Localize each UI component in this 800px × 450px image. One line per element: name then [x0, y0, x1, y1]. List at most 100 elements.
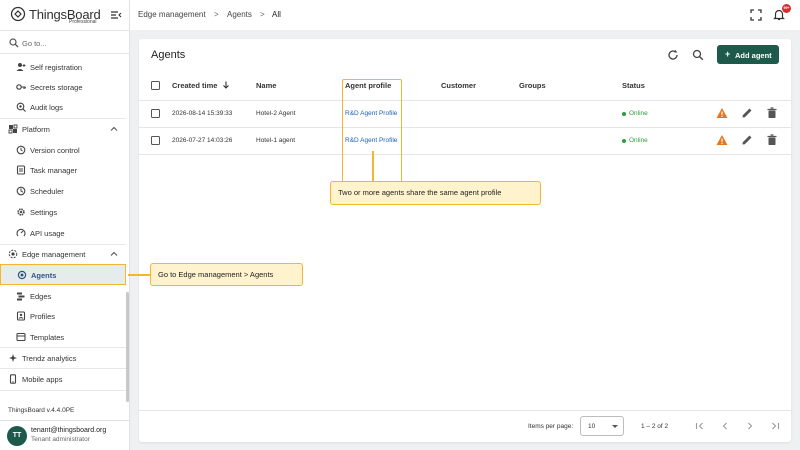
edges-icon — [17, 292, 25, 301]
items-per-page-select[interactable]: 10 — [580, 416, 624, 436]
column-header-groups[interactable]: Groups — [519, 81, 546, 90]
sidebar-item-templates[interactable]: Templates — [0, 327, 126, 347]
search-icon — [9, 38, 19, 48]
sidebar-item-label: Secrets storage — [30, 83, 83, 92]
trendz-icon — [9, 354, 17, 362]
warning-icon[interactable] — [716, 134, 728, 146]
user-email: tenant@thingsboard.org — [31, 427, 107, 434]
page-title: Agents — [151, 49, 186, 61]
column-header-customer[interactable]: Customer — [441, 81, 476, 90]
breadcrumb-agents[interactable]: Agents — [227, 10, 252, 19]
logo-subtitle: Professional — [69, 19, 97, 25]
plus-icon: + — [725, 49, 731, 59]
profile-callout: Two or more agents share the same agent … — [330, 181, 541, 205]
notification-badge: 99+ — [782, 4, 791, 13]
fullscreen-icon[interactable] — [750, 9, 762, 21]
pagination-range: 1 – 2 of 2 — [641, 423, 669, 430]
person-add-icon — [16, 63, 26, 71]
edit-icon[interactable] — [741, 134, 753, 146]
refresh-icon[interactable] — [667, 49, 679, 61]
sidebar-search-placeholder: Go to... — [22, 39, 47, 48]
breadcrumb-edge-management[interactable]: Edge management — [138, 10, 206, 19]
edit-icon[interactable] — [741, 107, 753, 119]
sidebar-item-label: Scheduler — [30, 187, 64, 196]
sidebar-item-edge-management[interactable]: Edge management — [0, 244, 126, 264]
sidebar-item-audit-logs[interactable]: Audit logs — [0, 97, 126, 117]
column-header-created-time[interactable]: Created time — [172, 81, 230, 90]
sidebar-item-label: Edges — [30, 292, 52, 301]
sidebar-item-version-control[interactable]: Version control — [0, 140, 126, 160]
delete-icon[interactable] — [766, 134, 778, 146]
cell-name: Hotel-2 Agent — [256, 110, 296, 117]
sidebar-item-label: Self registration — [30, 63, 83, 72]
breadcrumb-all: All — [272, 10, 281, 19]
logo-row: ThingsBoard Professional — [0, 0, 130, 30]
key-icon — [16, 84, 26, 90]
template-icon — [16, 332, 26, 342]
sidebar: ThingsBoard Professional Go to... Self r… — [0, 0, 130, 450]
sidebar-item-agents[interactable]: Agents — [0, 264, 126, 285]
select-all-checkbox[interactable] — [151, 81, 160, 90]
cell-created-time: 2026-08-14 15:39:33 — [172, 110, 233, 117]
sidebar-item-label: Platform — [22, 125, 50, 134]
nav-callout: Go to Edge management > Agents — [150, 263, 303, 286]
items-per-page-label: Items per page: — [528, 423, 574, 430]
sidebar-scrollbar[interactable] — [126, 292, 129, 402]
platform-icon — [8, 124, 18, 134]
add-agent-button[interactable]: + Add agent — [717, 45, 779, 64]
sidebar-item-profiles[interactable]: Profiles — [0, 306, 126, 326]
profile-icon — [16, 311, 26, 321]
callout-connector — [128, 274, 150, 276]
first-page-icon[interactable] — [695, 421, 705, 431]
arrow-down-icon — [222, 81, 229, 89]
column-header-status[interactable]: Status — [622, 81, 645, 90]
avatar: TT — [7, 426, 27, 446]
search-icon[interactable] — [692, 49, 704, 61]
menu-collapse-icon[interactable] — [110, 9, 122, 21]
task-icon — [16, 165, 26, 175]
sidebar-item-self-registration[interactable]: Self registration — [0, 57, 126, 77]
breadcrumb-separator: > — [260, 10, 265, 19]
cell-created-time: 2026-07-27 14:03:26 — [172, 137, 233, 144]
history-icon — [16, 145, 26, 155]
sidebar-item-edges[interactable]: Edges — [0, 286, 126, 306]
breadcrumb-separator: > — [214, 10, 219, 19]
callout-connector — [372, 151, 374, 181]
sidebar-item-settings[interactable]: Settings — [0, 202, 126, 222]
sidebar-item-label: Trendz analytics — [22, 354, 77, 363]
profile-callout-text: Two or more agents share the same agent … — [338, 188, 502, 197]
column-header-label: Created time — [172, 81, 218, 90]
row-checkbox[interactable] — [151, 136, 160, 145]
sidebar-item-label: Templates — [30, 333, 65, 342]
sidebar-item-label: Settings — [30, 208, 58, 217]
warning-icon[interactable] — [716, 107, 728, 119]
sidebar-item-label: Task manager — [30, 166, 78, 175]
sidebar-item-scheduler[interactable]: Scheduler — [0, 181, 126, 201]
dropdown-caret-icon — [612, 425, 618, 428]
sidebar-search[interactable]: Go to... — [0, 30, 130, 54]
sidebar-item-mobile-apps[interactable]: Mobile apps — [0, 369, 126, 389]
audit-icon — [16, 102, 26, 112]
mobile-icon — [9, 374, 17, 384]
gear-icon — [17, 208, 25, 216]
sidebar-item-secrets-storage[interactable]: Secrets storage — [0, 77, 126, 97]
next-page-icon[interactable] — [745, 421, 755, 431]
api-icon — [16, 228, 26, 237]
sidebar-item-label: Agents — [31, 271, 57, 280]
online-dot-icon — [622, 139, 626, 143]
sidebar-item-label: Audit logs — [30, 103, 63, 112]
column-header-name[interactable]: Name — [256, 81, 276, 90]
user-profile[interactable]: TT tenant@thingsboard.org Tenant adminis… — [0, 420, 130, 450]
previous-page-icon[interactable] — [720, 421, 730, 431]
clock-icon — [16, 186, 26, 196]
last-page-icon[interactable] — [770, 421, 780, 431]
sidebar-item-trendz-analytics[interactable]: Trendz analytics — [0, 348, 126, 368]
sidebar-item-platform[interactable]: Platform — [0, 119, 126, 139]
chevron-up-icon — [110, 126, 118, 131]
sidebar-item-task-manager[interactable]: Task manager — [0, 160, 126, 180]
sidebar-item-label: API usage — [30, 229, 65, 238]
delete-icon[interactable] — [766, 107, 778, 119]
sidebar-item-api-usage[interactable]: API usage — [0, 223, 126, 243]
row-checkbox[interactable] — [151, 109, 160, 118]
items-per-page-value: 10 — [588, 423, 596, 430]
